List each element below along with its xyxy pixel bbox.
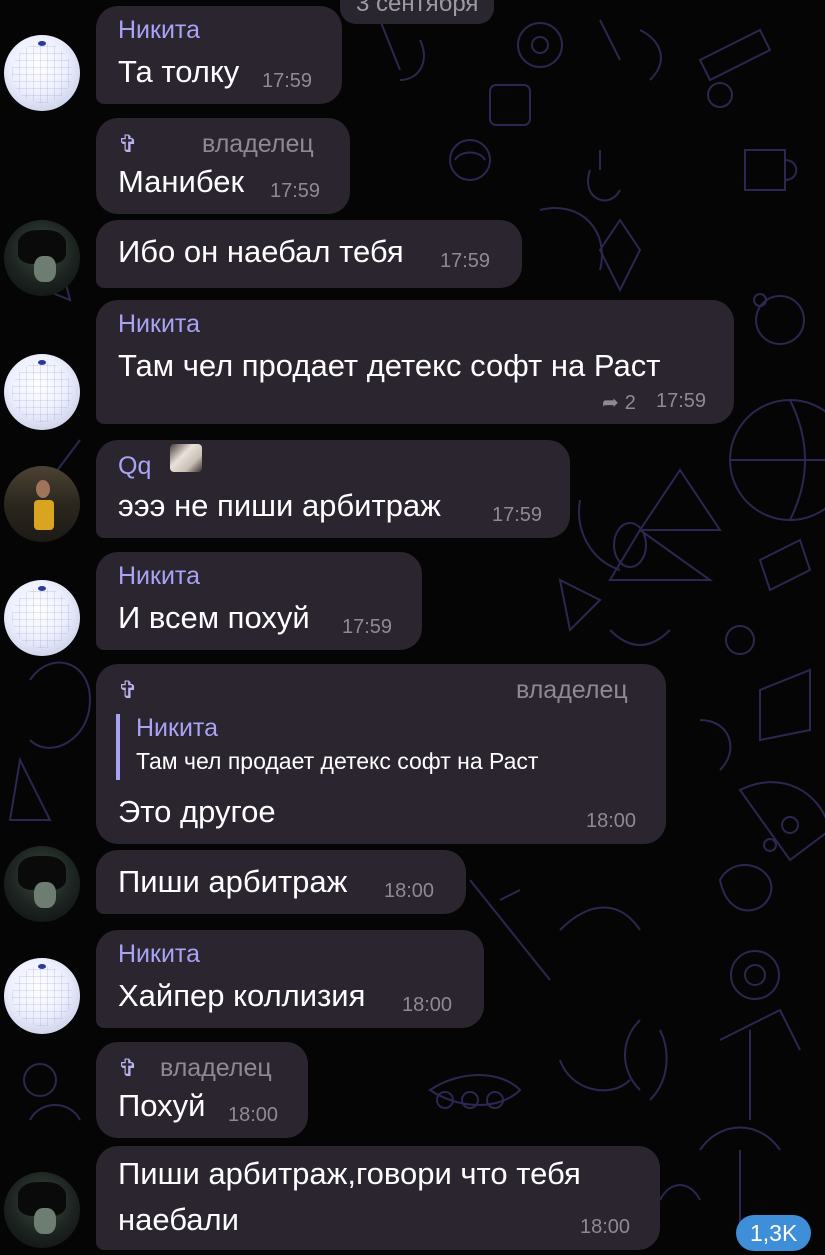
- message-time: 17:59: [342, 616, 393, 638]
- message-time: 17:59: [262, 70, 313, 92]
- message-text: Хайпер коллизия: [118, 978, 366, 1013]
- cross-icon: ✞: [118, 1055, 139, 1082]
- owner-badge: владелец: [516, 676, 628, 704]
- sender-name[interactable]: Qq: [118, 452, 151, 481]
- message-text: Это другое: [118, 794, 276, 829]
- message-bubble[interactable]: ✞ владелец Похуй 18:00: [96, 1042, 308, 1138]
- message-time: 18:00: [228, 1104, 279, 1126]
- reply-arrow-icon: ➦: [602, 392, 619, 414]
- message-text-line2: наебали: [118, 1202, 239, 1237]
- quoted-message[interactable]: Никита Там чел продает детекс софт на Ра…: [116, 714, 646, 780]
- replies-count: 2: [624, 392, 636, 414]
- message-time: 17:59: [270, 180, 321, 202]
- message-time: 18:00: [402, 994, 453, 1016]
- message-time: 17:59: [492, 504, 543, 526]
- replies-counter[interactable]: ➦ 2: [602, 390, 636, 415]
- message-bubble[interactable]: Пиши арбитраж,говори что тебя наебали 18…: [96, 1146, 660, 1250]
- avatar-nikita[interactable]: [4, 958, 80, 1034]
- message-text: эээ не пиши арбитраж: [118, 488, 441, 523]
- date-separator: 3 сентября: [340, 0, 495, 24]
- message-bubble[interactable]: Qq эээ не пиши арбитраж 17:59: [96, 440, 570, 538]
- message-time: 18:00: [586, 810, 637, 832]
- message-text: Похуй: [118, 1088, 206, 1123]
- sender-emoji-status: [170, 444, 202, 472]
- message-time: 17:59: [656, 390, 707, 412]
- avatar-nikita[interactable]: [4, 580, 80, 656]
- message-text: Манибек: [118, 164, 245, 199]
- message-text: Ибо он наебал тебя: [118, 234, 404, 269]
- message-text: И всем похуй: [118, 600, 310, 635]
- avatar-owner[interactable]: [4, 220, 80, 296]
- message-text-line1: Пиши арбитраж,говори что тебя: [118, 1156, 581, 1191]
- message-text: Та толку: [118, 54, 240, 89]
- owner-badge: владелец: [160, 1054, 272, 1082]
- avatar-owner[interactable]: [4, 846, 80, 922]
- avatar-owner[interactable]: [4, 1172, 80, 1248]
- quote-text: Там чел продает детекс софт на Раст: [136, 748, 539, 774]
- message-time: 18:00: [580, 1216, 631, 1238]
- message-text: Там чел продает детекс софт на Раст: [118, 348, 661, 383]
- cross-icon: ✞: [118, 677, 139, 704]
- message-time: 17:59: [440, 250, 491, 272]
- message-bubble[interactable]: ✞ владелец Никита Там чел продает детекс…: [96, 664, 666, 844]
- avatar-nikita[interactable]: [4, 354, 80, 430]
- sender-name[interactable]: Никита: [118, 310, 200, 339]
- message-text: Пиши арбитраж: [118, 864, 348, 899]
- sender-name[interactable]: Никита: [118, 562, 200, 591]
- message-bubble[interactable]: ✞ владелец Манибек 17:59: [96, 118, 350, 214]
- avatar-nikita[interactable]: [4, 35, 80, 111]
- message-bubble[interactable]: Никита Хайпер коллизия 18:00: [96, 930, 484, 1028]
- cross-icon: ✞: [118, 131, 139, 158]
- avatar-qq[interactable]: [4, 466, 80, 542]
- message-time: 18:00: [384, 880, 435, 902]
- quote-sender: Никита: [136, 714, 218, 742]
- message-bubble[interactable]: Ибо он наебал тебя 17:59: [96, 220, 522, 288]
- sender-name[interactable]: Никита: [118, 940, 200, 969]
- owner-badge: владелец: [202, 130, 314, 158]
- unread-count-badge[interactable]: 1,3K: [736, 1215, 812, 1251]
- message-bubble[interactable]: Пиши арбитраж 18:00: [96, 850, 466, 914]
- message-bubble[interactable]: Никита Та толку 17:59: [96, 6, 342, 104]
- message-bubble[interactable]: Никита И всем похуй 17:59: [96, 552, 422, 650]
- sender-name[interactable]: Никита: [118, 16, 200, 45]
- message-bubble[interactable]: Никита Там чел продает детекс софт на Ра…: [96, 300, 734, 424]
